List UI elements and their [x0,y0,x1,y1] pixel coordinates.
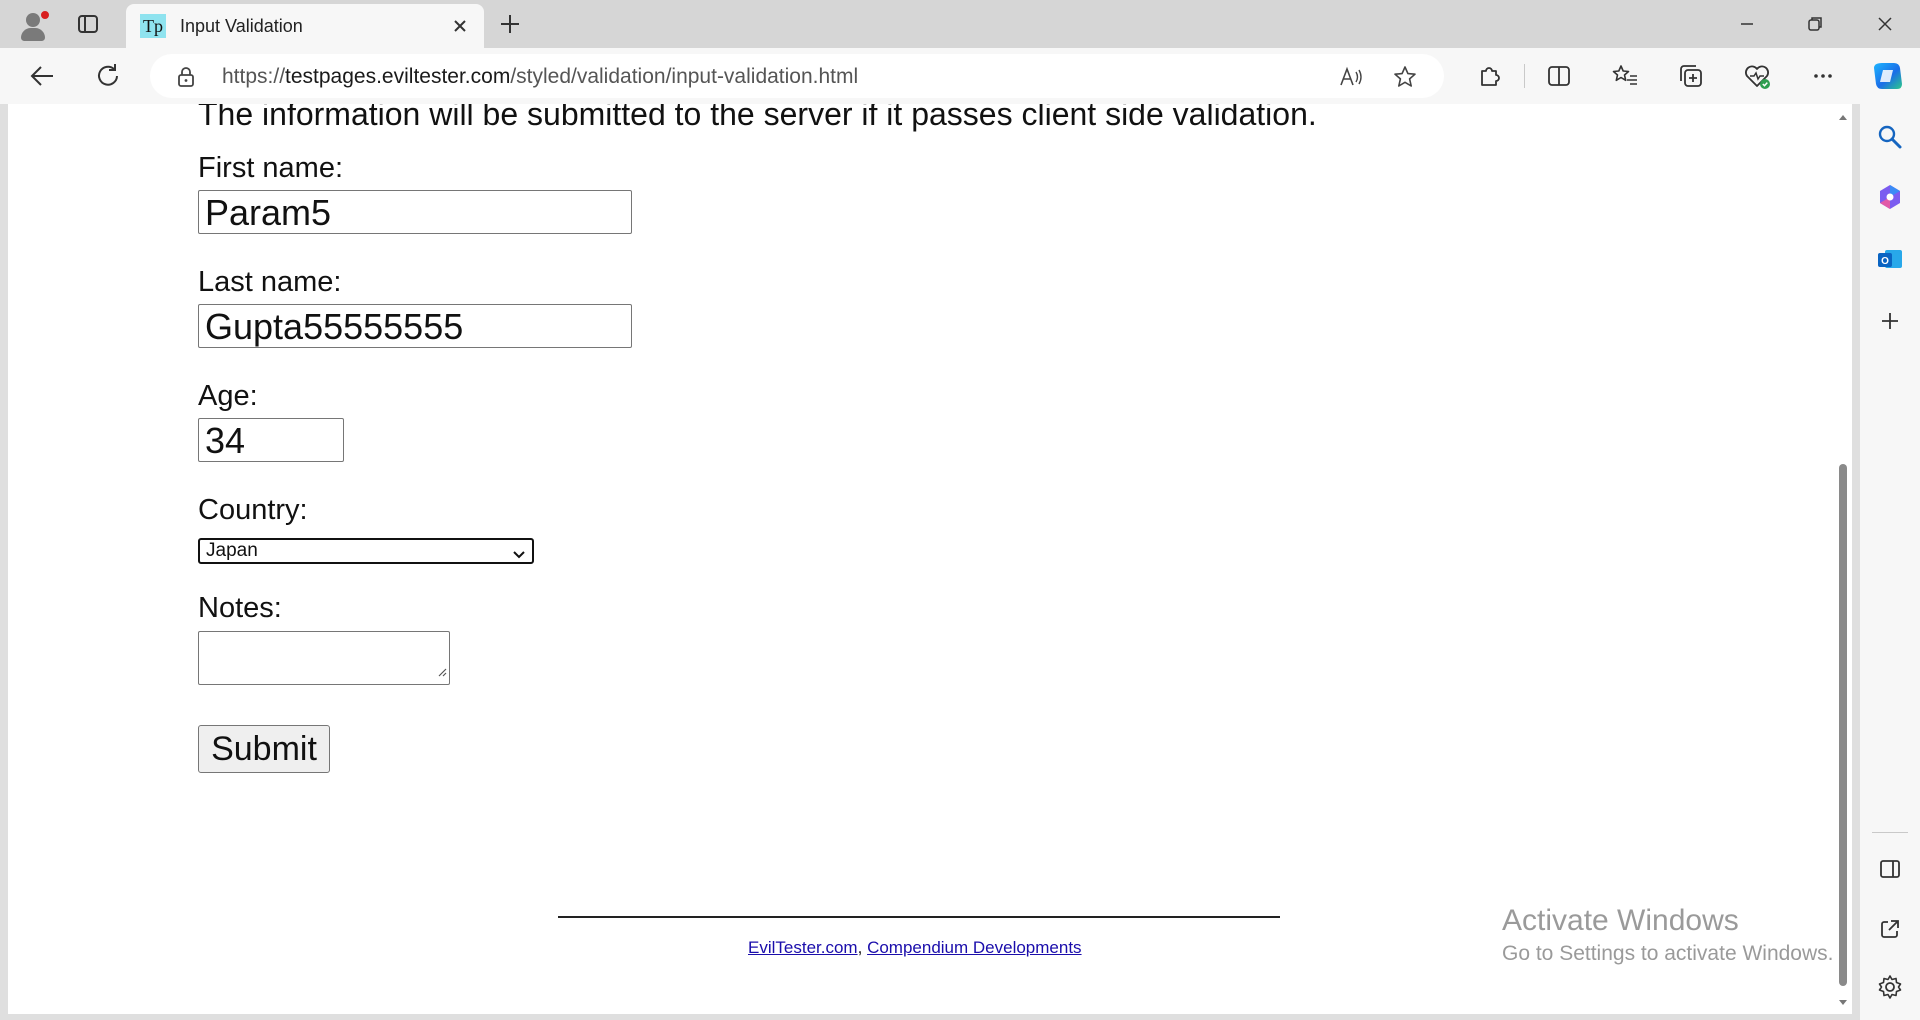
page-viewport: The information will be submitted to the… [8,104,1852,1014]
toolbar-divider [1524,64,1525,88]
minimize-icon[interactable] [1732,10,1762,38]
notes-label: Notes: [198,592,282,624]
age-label: Age: [198,380,258,412]
url-host: testpages.eviltester.com [285,65,511,88]
last-name-label: Last name: [198,266,342,298]
refresh-icon[interactable] [92,60,124,92]
edge-sidebar: O [1860,104,1920,1020]
tab-actions-icon[interactable] [76,12,100,36]
favorites-icon[interactable] [1610,61,1640,91]
activate-windows-watermark: Activate Windows Go to Settings to activ… [1502,904,1834,966]
back-icon[interactable] [26,60,58,92]
scroll-down-arrow-icon[interactable] [1838,994,1848,1012]
active-tab[interactable]: Tp Input Validation [126,4,484,48]
split-screen-icon[interactable] [1544,61,1574,91]
last-name-input[interactable]: Gupta55555555 [198,304,632,348]
scroll-up-arrow-icon[interactable] [1838,108,1848,126]
favorite-star-icon[interactable] [1392,64,1418,90]
site-favicon: Tp [140,14,166,38]
close-tab-icon[interactable] [448,14,472,38]
hide-sidebar-icon[interactable] [1875,854,1905,884]
sidebar-divider [1872,832,1908,833]
collections-icon[interactable] [1676,61,1706,91]
more-menu-icon[interactable] [1808,61,1838,91]
extensions-icon[interactable] [1474,61,1504,91]
url-path: /styled/validation/input-validation.html [510,65,859,88]
tab-strip: Tp Input Validation [0,0,1920,48]
footer-links: EvilTester.com, Compendium Developments [748,938,1082,958]
restore-icon[interactable] [1800,10,1830,38]
lock-icon[interactable] [176,66,196,93]
copilot-sidebar-icon[interactable] [1875,182,1905,212]
scrollbar-thumb[interactable] [1839,464,1847,986]
page-content: The information will be submitted to the… [8,104,1834,1014]
vertical-scrollbar[interactable] [1834,104,1852,1014]
eviltester-link[interactable]: EvilTester.com [748,938,858,957]
browser-toolbar: https://testpages.eviltester.com/styled/… [0,48,1920,104]
svg-text:O: O [1881,256,1889,267]
intro-text: The information will be submitted to the… [198,104,1317,132]
copilot-icon[interactable] [1870,58,1906,94]
close-window-icon[interactable] [1870,10,1900,38]
country-select[interactable]: Japan [198,538,534,564]
open-in-window-icon[interactable] [1875,914,1905,944]
age-input[interactable]: 34 [198,418,344,462]
notes-textarea[interactable] [198,631,450,685]
url-scheme: https:// [222,65,286,88]
compendium-link[interactable]: Compendium Developments [867,938,1082,957]
settings-gear-icon[interactable] [1875,972,1905,1002]
footer-divider [558,916,1280,918]
address-bar[interactable]: https://testpages.eviltester.com/styled/… [150,54,1444,98]
submit-button[interactable]: Submit [198,725,330,773]
watermark-title: Activate Windows [1502,904,1739,937]
add-sidebar-app-icon[interactable] [1875,306,1905,336]
resize-grip-icon[interactable] [437,664,447,682]
country-selected-value: Japan [206,540,258,561]
outlook-icon[interactable]: O [1875,244,1905,274]
footer-separator: , [857,938,863,957]
url-text[interactable]: https://testpages.eviltester.com/styled/… [222,65,858,89]
first-name-label: First name: [198,152,344,184]
country-label: Country: [198,494,308,526]
read-aloud-icon[interactable] [1338,64,1364,90]
chevron-down-icon [512,545,526,567]
notification-dot [40,10,50,20]
search-icon[interactable] [1875,122,1905,152]
profile-avatar-button[interactable] [16,7,50,41]
watermark-subtitle: Go to Settings to activate Windows. [1502,942,1834,965]
tab-title: Input Validation [180,16,303,36]
first-name-input[interactable]: Param5 [198,190,632,234]
browser-essentials-icon[interactable] [1742,61,1772,91]
new-tab-icon[interactable] [496,10,524,38]
